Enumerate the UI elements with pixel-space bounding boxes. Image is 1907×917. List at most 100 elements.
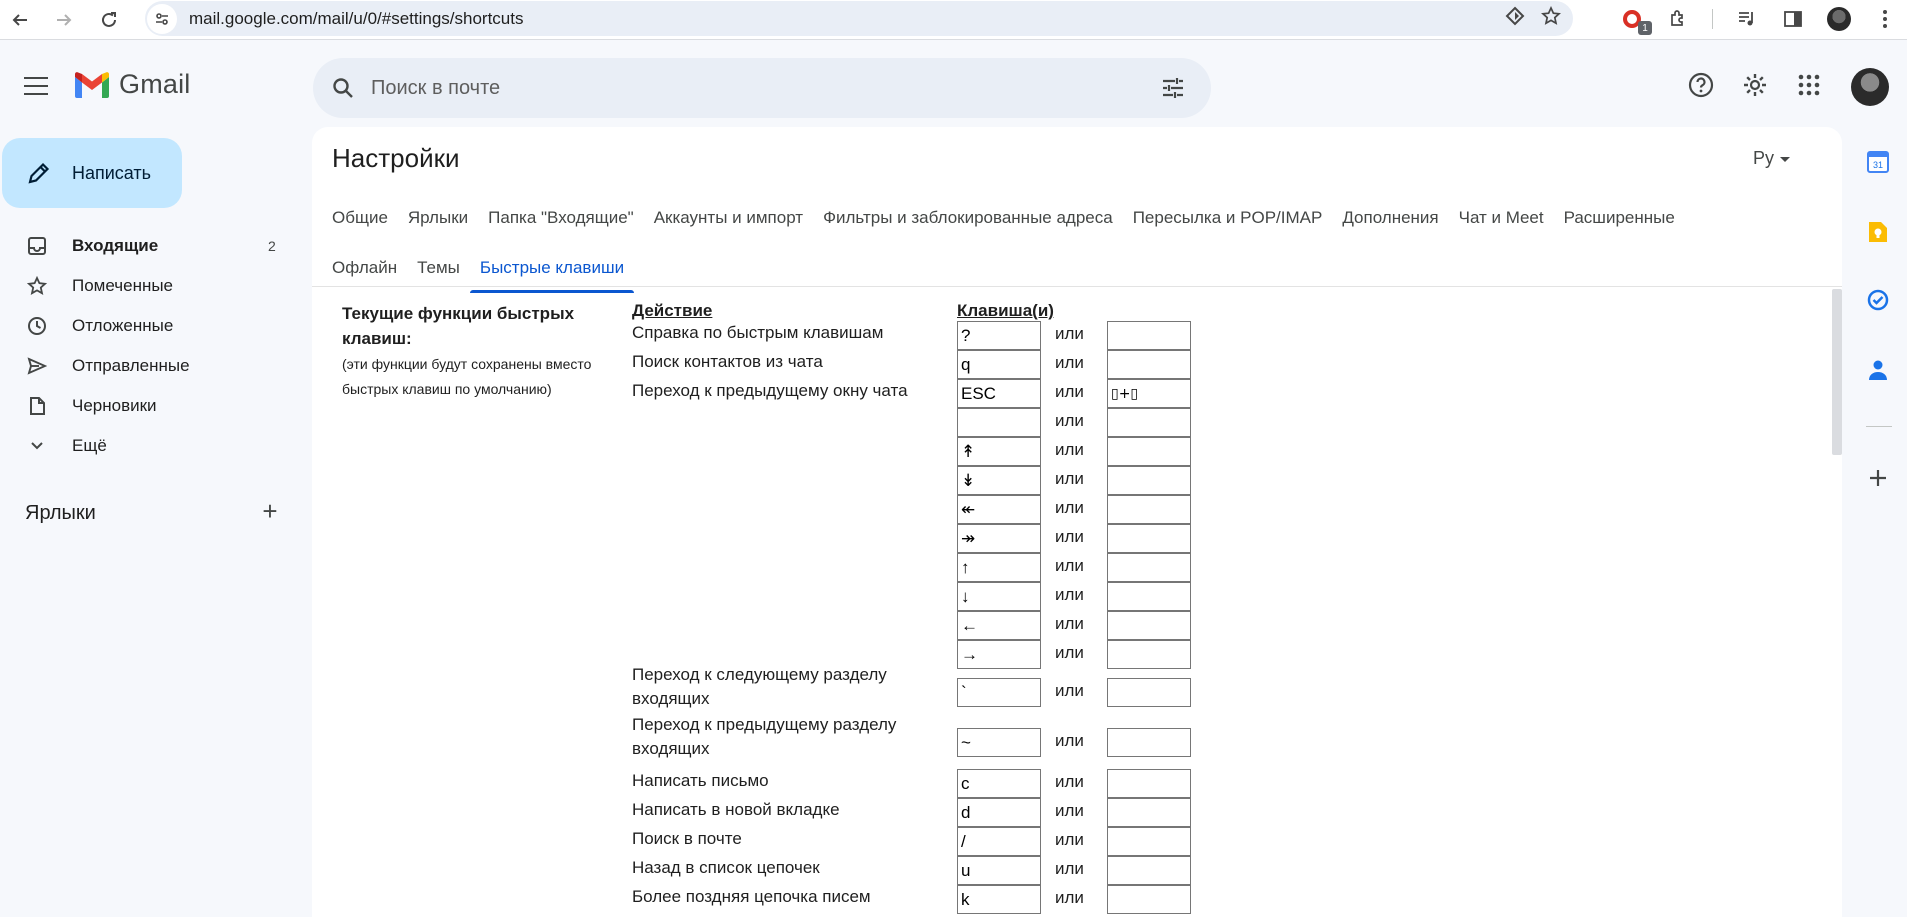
side-panel-divider [1866,426,1892,427]
star-icon [26,275,48,297]
compose-button[interactable]: Написать [2,138,182,208]
lens-icon[interactable] [1505,6,1525,31]
shortcut-key-input[interactable] [957,827,1041,856]
gmail-logo[interactable]: Gmail [73,69,191,100]
shortcut-key-input[interactable] [957,524,1041,553]
add-label-icon[interactable]: + [258,498,282,524]
shortcut-alt-key-input[interactable] [1107,856,1191,885]
contacts-app-icon[interactable] [1864,356,1892,384]
account-avatar[interactable] [1851,68,1889,106]
shortcut-key-input[interactable] [957,350,1041,379]
address-bar[interactable]: mail.google.com/mail/u/0/#settings/short… [145,1,1573,36]
shortcut-alt-key-input[interactable] [1107,640,1191,669]
shortcut-alt-key-input[interactable] [1107,827,1191,856]
shortcut-key-input[interactable] [957,640,1041,669]
tab-general[interactable]: Общие [322,193,398,243]
shortcut-key-input[interactable] [957,769,1041,798]
settings-tabs: Общие Ярлыки Папка "Входящие" Аккаунты и… [312,193,1842,293]
shortcut-alt-key-input[interactable] [1107,728,1191,757]
shortcut-key-input[interactable] [957,321,1041,350]
column-header-action: Действие [632,301,713,320]
forward-button[interactable] [50,6,78,34]
calendar-app-icon[interactable]: 31 [1864,148,1892,176]
shortcut-alt-key-input[interactable] [1107,553,1191,582]
shortcut-alt-key-input[interactable] [1107,466,1191,495]
sidebar-item-starred[interactable]: Помеченные [0,266,290,306]
tab-inbox[interactable]: Папка "Входящие" [478,193,644,243]
sidebar-item-inbox[interactable]: Входящие 2 [0,226,290,266]
shortcut-action: Поиск контактов из чата [632,352,823,371]
shortcut-key-input[interactable] [957,408,1041,437]
tab-labels[interactable]: Ярлыки [398,193,478,243]
shortcut-alt-key-input[interactable] [1107,678,1191,707]
shortcut-key-input[interactable] [957,379,1041,408]
shortcut-key-input[interactable] [957,495,1041,524]
shortcut-key-input[interactable] [957,798,1041,827]
clock-icon [26,315,48,337]
shortcut-key-input[interactable] [957,553,1041,582]
site-info-icon[interactable] [147,3,177,34]
shortcut-key-input[interactable] [957,728,1041,757]
sidebar-item-drafts[interactable]: Черновики [0,386,290,426]
shortcut-alt-key-input[interactable] [1107,321,1191,350]
tab-advanced[interactable]: Расширенные [1554,193,1685,243]
shortcut-key-input[interactable] [957,582,1041,611]
page-title: Настройки [332,143,460,173]
tab-accounts[interactable]: Аккаунты и импорт [644,193,813,243]
tab-addons[interactable]: Дополнения [1332,193,1448,243]
shortcut-row: или [312,495,1312,524]
sidebar-item-more[interactable]: Ещё [0,426,290,466]
shortcut-row: или [312,466,1312,495]
tab-chat-meet[interactable]: Чат и Meet [1449,193,1554,243]
shortcut-alt-key-input[interactable] [1107,408,1191,437]
shortcut-alt-key-input[interactable] [1107,611,1191,640]
shortcut-key-input[interactable] [957,611,1041,640]
extension-red-icon[interactable]: 1 [1620,7,1652,35]
scrollbar-thumb[interactable] [1832,289,1842,455]
bookmark-star-icon[interactable] [1541,5,1561,31]
shortcut-key-input[interactable] [957,437,1041,466]
back-arrow-icon [12,14,27,26]
or-label: или [1055,614,1084,633]
tab-filters[interactable]: Фильтры и заблокированные адреса [813,193,1123,243]
shortcut-key-input[interactable] [957,856,1041,885]
shortcut-row: или [312,553,1312,582]
scrollbar[interactable] [1830,287,1842,917]
search-input[interactable] [371,76,1131,100]
extensions-puzzle-icon[interactable] [1666,7,1690,31]
shortcut-key-input[interactable] [957,678,1041,707]
shortcut-key-input[interactable] [957,885,1041,914]
side-panel-icon[interactable] [1781,7,1805,31]
shortcut-alt-key-input[interactable] [1107,582,1191,611]
shortcut-alt-key-input[interactable] [1107,379,1191,408]
tab-forwarding[interactable]: Пересылка и POP/IMAP [1123,193,1333,243]
shortcut-alt-key-input[interactable] [1107,495,1191,524]
main-menu-button[interactable] [22,74,50,98]
back-button[interactable] [6,6,34,34]
shortcut-alt-key-input[interactable] [1107,437,1191,466]
shortcut-alt-key-input[interactable] [1107,524,1191,553]
apps-grid-icon[interactable] [1793,69,1825,101]
settings-gear-icon[interactable] [1739,69,1771,101]
shortcut-row: Более поздняя цепочка писем или [312,885,1312,914]
search-icon[interactable] [329,74,357,102]
shortcut-alt-key-input[interactable] [1107,769,1191,798]
keep-app-icon[interactable] [1864,218,1892,246]
browser-menu-icon[interactable] [1873,7,1897,31]
tasks-app-icon[interactable] [1864,286,1892,314]
help-icon[interactable] [1685,69,1717,101]
profile-icon[interactable] [1827,7,1851,31]
shortcut-alt-key-input[interactable] [1107,885,1191,914]
sidebar-item-sent[interactable]: Отправленные [0,346,290,386]
add-addon-icon[interactable] [1864,464,1892,492]
search-bar[interactable] [313,58,1211,118]
shortcut-alt-key-input[interactable] [1107,798,1191,827]
shortcut-alt-key-input[interactable] [1107,350,1191,379]
media-controls-icon[interactable] [1735,7,1759,31]
shortcut-key-input[interactable] [957,466,1041,495]
or-label: или [1055,731,1084,750]
sidebar-item-snoozed[interactable]: Отложенные [0,306,290,346]
search-options-icon[interactable] [1159,74,1187,102]
input-language-selector[interactable]: Ру [1753,148,1790,169]
reload-button[interactable] [95,6,123,34]
